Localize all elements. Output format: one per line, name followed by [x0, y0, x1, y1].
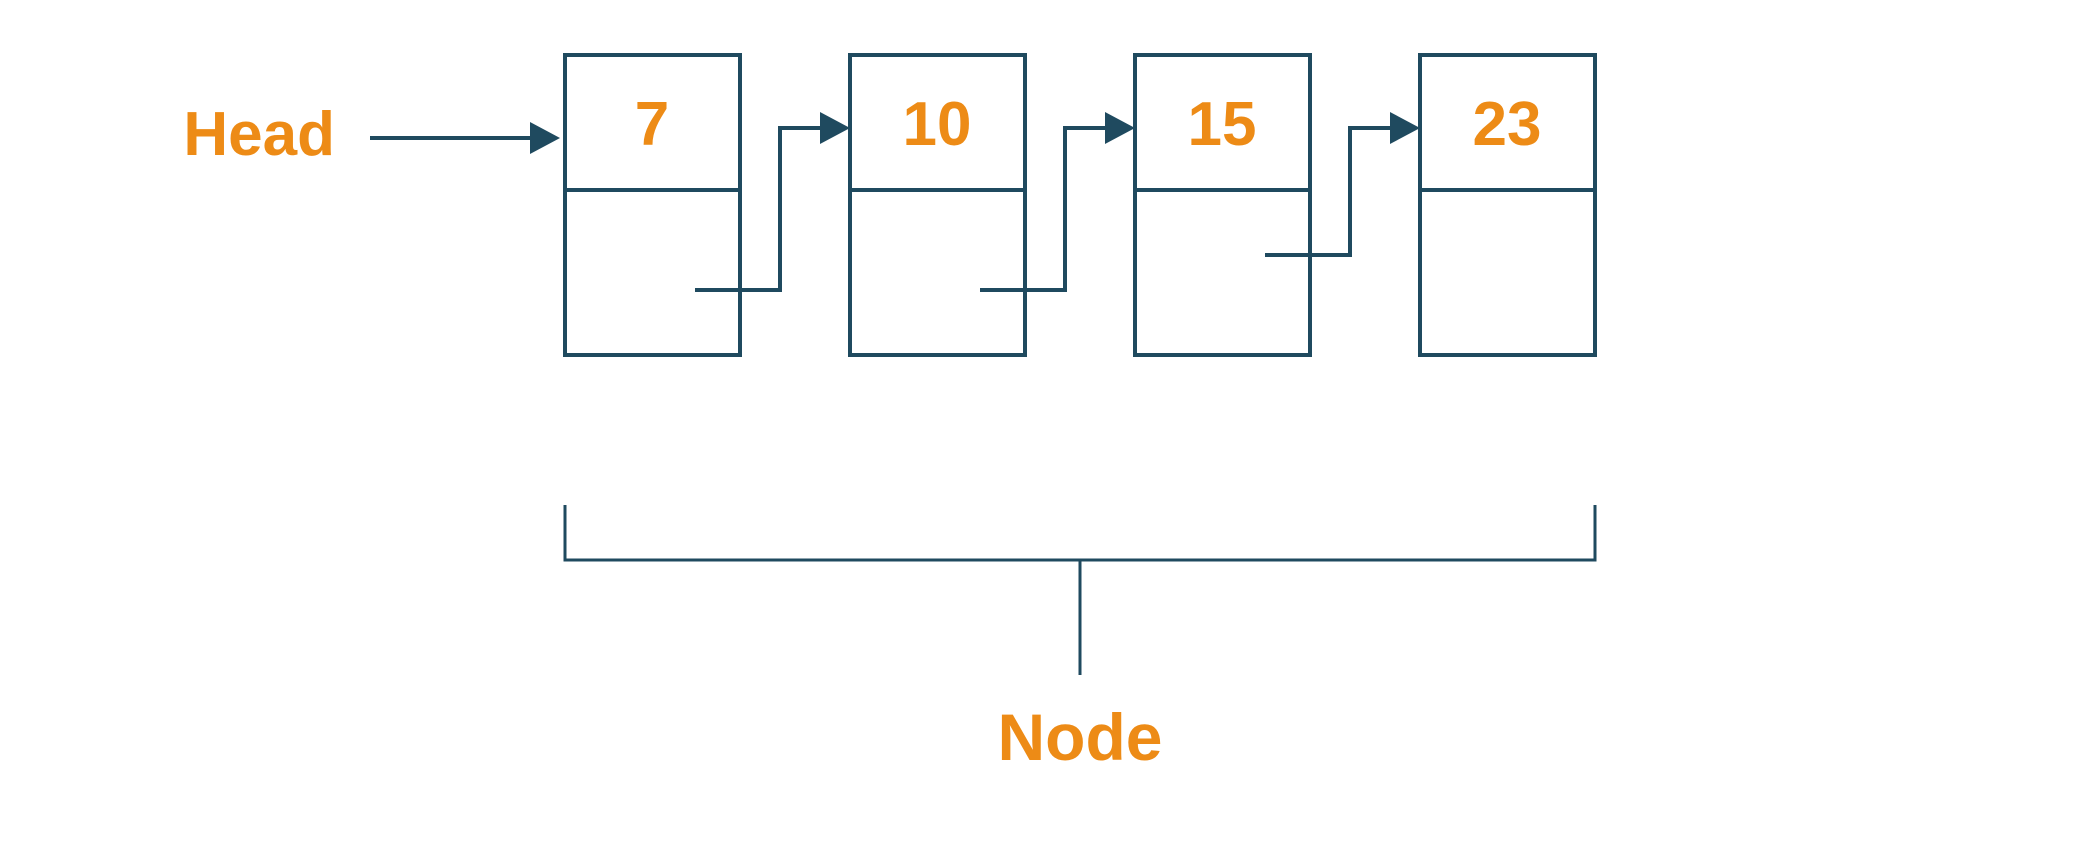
- node-3-value: 23: [1473, 90, 1542, 159]
- node-label: Node: [998, 700, 1163, 774]
- head-arrow: [370, 122, 560, 154]
- node-3: 23: [1420, 55, 1595, 355]
- node-2-value: 15: [1188, 90, 1257, 159]
- linked-list-diagram: Head 7 10 15 23: [0, 0, 2100, 842]
- node-1: 10: [850, 55, 1025, 355]
- node-0: 7: [565, 55, 740, 355]
- node-bracket: [565, 505, 1595, 675]
- pointer-arrow-0-1: [695, 112, 850, 290]
- pointer-arrow-1-2: [980, 112, 1135, 290]
- head-label: Head: [183, 100, 335, 169]
- node-0-value: 7: [635, 90, 669, 159]
- node-1-value: 10: [903, 90, 972, 159]
- pointer-arrow-2-3: [1265, 112, 1420, 255]
- node-2: 15: [1135, 55, 1310, 355]
